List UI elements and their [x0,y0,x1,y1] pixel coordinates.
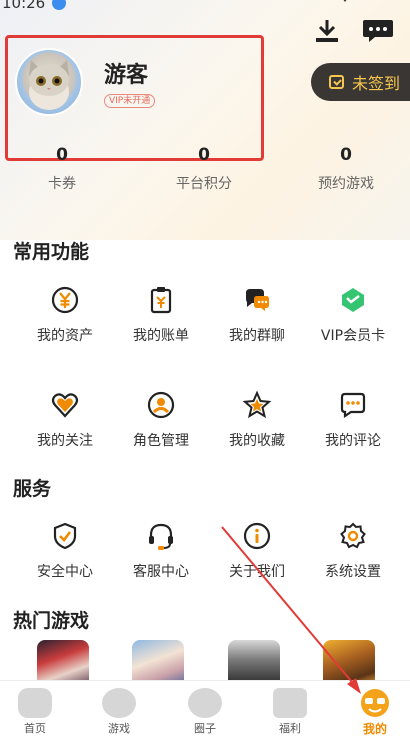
heart-icon [51,393,79,418]
tab-label: 首页 [24,722,46,735]
grid-label: 我的资产 [37,328,93,344]
bill-icon [150,287,172,314]
tab-label: 圈子 [194,722,216,735]
grid-label: 我的账单 [133,328,189,344]
reserved-games-label[interactable]: 预约游戏 [296,173,396,193]
grid-item-my-bills[interactable]: 我的账单 [113,285,209,345]
grid-item-system-settings[interactable]: 系统设置 [305,521,401,581]
grid-item-my-follows[interactable]: 我的关注 [17,390,113,450]
group-chat-icon [246,289,269,311]
grid-label: 系统设置 [325,564,381,580]
gear-icon [340,522,366,549]
tab-circle[interactable]: 圈子 [175,688,235,736]
tab-label: 福利 [279,722,301,735]
comment-icon [340,392,366,419]
grid-label: VIP会员卡 [320,328,386,344]
common-functions-title: 常用功能 [13,241,90,263]
vip-diamond-icon [342,288,364,312]
grid-label: 客服中心 [133,564,189,580]
checkin-icon [329,75,344,89]
grid-item-about-us[interactable]: 关于我们 [209,521,305,581]
headset-icon [149,523,173,550]
grid-label: 我的收藏 [229,433,285,449]
avatar[interactable] [15,48,83,116]
grid-label: 我的关注 [37,433,93,449]
coupon-label[interactable]: 卡券 [12,173,112,193]
star-icon [242,390,272,419]
game-thumbnail[interactable] [228,640,280,684]
download-icon[interactable] [313,18,341,44]
username[interactable]: 游客 [104,57,148,89]
home-icon [18,688,52,718]
coupon-count[interactable]: 0 [22,145,102,165]
points-label[interactable]: 平台积分 [154,173,254,193]
tab-label: 我的 [362,722,387,736]
game-thumbnail[interactable] [132,640,184,684]
game-thumbnail[interactable] [323,640,375,684]
gift-icon [273,688,307,718]
reserved-games-count[interactable]: 0 [306,145,386,165]
grid-label: 安全中心 [37,564,93,580]
tab-games[interactable]: 游戏 [89,688,149,736]
tab-mine[interactable]: 我的 [345,688,405,737]
points-count[interactable]: 0 [164,145,244,165]
game-heart-icon [102,688,136,718]
checkin-label: 未签到 [352,74,401,93]
info-icon [243,522,271,550]
signal-icon [343,0,347,2]
grid-item-security-center[interactable]: 安全中心 [17,521,113,581]
grid-item-my-comments[interactable]: 我的评论 [305,390,401,450]
mine-face-icon [361,689,389,717]
grid-item-my-favorites[interactable]: 我的收藏 [209,390,305,450]
hot-games-title: 热门游戏 [13,610,90,632]
tab-home[interactable]: 首页 [5,688,65,736]
grid-item-role-management[interactable]: 角色管理 [113,390,209,450]
grid-label: 角色管理 [133,433,189,449]
tab-benefits[interactable]: 福利 [260,688,320,736]
message-icon[interactable] [362,18,394,44]
status-time: 10:26 [2,0,46,12]
vip-status-badge[interactable]: VIP未开通 [104,94,156,108]
tab-label: 游戏 [108,722,130,735]
grid-item-customer-service[interactable]: 客服中心 [113,521,209,581]
shield-icon [53,522,77,550]
checkin-button[interactable]: 未签到 [311,63,410,101]
grid-label: 我的评论 [325,433,381,449]
grid-label: 我的群聊 [229,328,285,344]
circle-icon [188,688,222,718]
grid-item-vip-card[interactable]: VIP会员卡 [305,285,401,345]
cat-avatar-icon [29,60,69,110]
services-title: 服务 [13,478,52,500]
grid-item-my-groups[interactable]: 我的群聊 [209,285,305,345]
grid-label: 关于我们 [229,564,285,580]
person-icon [147,391,175,419]
game-thumbnail[interactable] [37,640,89,684]
grid-item-my-assets[interactable]: 我的资产 [17,285,113,345]
yen-coin-icon [51,286,79,314]
